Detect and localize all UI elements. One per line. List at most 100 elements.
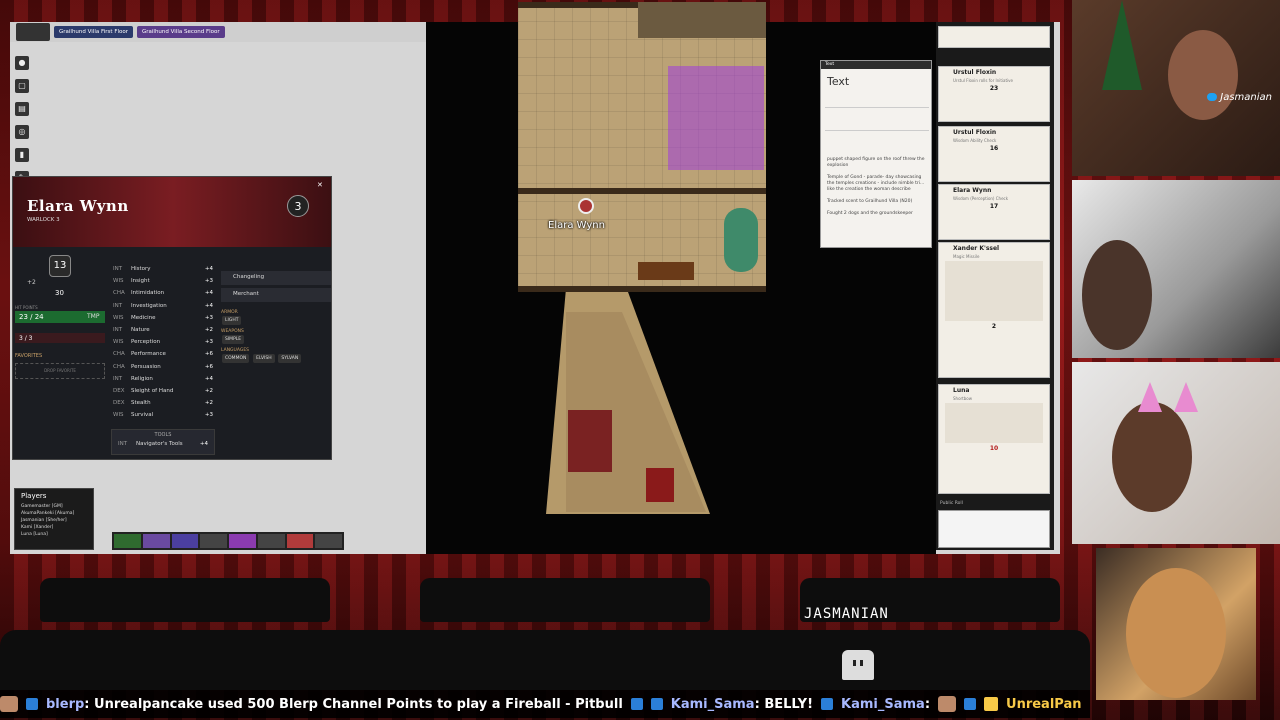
roll-mode-select[interactable]: Public Roll	[940, 501, 963, 506]
badge-icon	[964, 698, 977, 710]
theater-seat	[420, 578, 710, 622]
skill-row[interactable]: INT Nature +2	[113, 324, 213, 336]
macro-slot[interactable]	[171, 534, 199, 548]
skill-row[interactable]: CHA Intimidation +4	[113, 287, 213, 299]
player-item: AkumaPankeki [Akuma]	[21, 511, 75, 516]
close-icon[interactable]: ✕	[317, 181, 329, 189]
character-class: WARLOCK 3	[27, 217, 60, 223]
popup-body[interactable]: puppet shaped figure on the roof threw t…	[827, 157, 927, 217]
spell-area-template[interactable]	[668, 66, 764, 170]
macro-slot[interactable]	[257, 534, 285, 548]
languages-label: LANGUAGES	[221, 348, 250, 353]
chat-card[interactable]: Luna Shortbow 10	[938, 384, 1050, 494]
macro-slot[interactable]	[142, 534, 170, 548]
skill-row[interactable]: DEX Stealth +2	[113, 397, 213, 409]
target-tool-icon[interactable]: ◎	[15, 125, 29, 139]
temp-hp-label[interactable]: TMP	[87, 313, 99, 320]
hit-dice-value: 3 / 3	[19, 335, 33, 342]
badge-icon	[26, 698, 38, 710]
token-tool-icon[interactable]: ●	[15, 56, 29, 70]
measure-tool-icon[interactable]: ▤	[15, 102, 29, 116]
skill-row[interactable]: INT Religion +4	[113, 373, 213, 385]
skill-row[interactable]: WIS Survival +3	[113, 409, 213, 421]
token-name-label: Elara Wynn	[548, 220, 605, 231]
badge-icon	[630, 698, 643, 710]
webcam-player-3	[1072, 362, 1280, 544]
stream-overlay: Grailhund Villa First Floor Grailhund Vi…	[0, 0, 1280, 720]
gift-box-icon	[984, 697, 999, 711]
popup-title[interactable]: Text	[821, 69, 931, 94]
chat-log: Urstul Floxin Urstul Floxin rolls for In…	[936, 22, 1054, 550]
webcam-player-2	[1072, 180, 1280, 358]
map-wall	[518, 286, 766, 292]
skill-row[interactable]: INT History +4	[113, 263, 213, 275]
race-row[interactable]: Changeling	[221, 271, 331, 285]
skill-row[interactable]: INT Investigation +4	[113, 300, 213, 312]
armor-chip: LIGHT	[222, 316, 242, 325]
chat-card[interactable]: Urstul Floxin Urstul Floxin rolls for In…	[938, 66, 1050, 122]
ticker-message: Kami_Sama:	[841, 696, 931, 712]
popup-titlebar[interactable]: Text	[821, 61, 931, 69]
macro-slot[interactable]	[229, 534, 256, 548]
language-chip: SYLVAN	[278, 354, 302, 363]
chat-card[interactable]: Xander K'ssel Magic Missile 2	[938, 242, 1050, 378]
macro-slot[interactable]	[200, 534, 227, 548]
emote-icon	[938, 696, 957, 712]
hit-points-label: HIT POINTS	[15, 305, 38, 310]
players-title[interactable]: Players	[15, 489, 93, 503]
armor-class-badge: 13	[49, 255, 71, 277]
chat-card[interactable]: Urstul Floxin Wisdom Ability Check 16	[938, 126, 1050, 182]
battle-map[interactable]: Elara Wynn	[518, 2, 766, 292]
editor-toolbar[interactable]	[825, 107, 929, 131]
spell-description	[945, 261, 1043, 321]
chat-card[interactable]: Elara Wynn Wisdom (Perception) Check 17	[938, 184, 1050, 240]
theater-seat-row	[0, 630, 1090, 690]
tool-row[interactable]: INT Navigator's Tools +4	[112, 438, 214, 450]
map-bed	[568, 410, 612, 472]
streamer-face	[1082, 240, 1152, 350]
chat-ticker: blerp: Unrealpancake used 500 Blerp Chan…	[0, 690, 1090, 718]
scene-tab-second-floor[interactable]: Grailhund Villa Second Floor	[137, 26, 225, 38]
weapon-chip: SIMPLE	[222, 335, 245, 344]
streamer-face	[1168, 30, 1238, 120]
skill-row[interactable]: WIS Medicine +3	[113, 312, 213, 324]
hit-points-value: 23 / 24	[19, 313, 44, 321]
note-tool-icon[interactable]: ▮	[15, 148, 29, 162]
drop-favorite-zone[interactable]: DROP FAVORITE	[15, 363, 105, 379]
twitter-icon	[1207, 93, 1218, 101]
scene-toolbar: Grailhund Villa First Floor Grailhund Vi…	[10, 22, 426, 42]
macro-slot[interactable]	[315, 534, 342, 548]
character-level: 3	[287, 195, 309, 217]
foundry-logo-icon[interactable]	[16, 23, 50, 41]
webcam-player-4	[1096, 548, 1256, 700]
skill-row[interactable]: WIS Insight +3	[113, 275, 213, 287]
bed-rug	[724, 208, 758, 272]
scene-tab-first-floor[interactable]: Grailhund Villa First Floor	[54, 26, 133, 38]
skill-row[interactable]: DEX Sleight of Hand +2	[113, 385, 213, 397]
journal-text-popup: Text Text puppet shaped figure on the ro…	[820, 60, 932, 248]
chat-card-materials	[938, 26, 1050, 48]
skill-row[interactable]: CHA Performance +6	[113, 348, 213, 360]
skill-row[interactable]: CHA Persuasion +6	[113, 361, 213, 373]
background-row[interactable]: Merchant	[221, 288, 331, 302]
elara-token[interactable]	[578, 198, 594, 214]
macro-hotbar	[112, 532, 344, 550]
skill-row[interactable]: WIS Perception +3	[113, 336, 213, 348]
tools-section: TOOLS INT Navigator's Tools +4	[111, 429, 215, 455]
character-sheet: Elara Wynn WARLOCK 3 3 13 +2 30 HIT POIN…	[12, 176, 332, 460]
attack-description	[945, 403, 1043, 443]
webcam-jasmanian: Jasmanian	[1072, 0, 1280, 176]
streamer-face	[1112, 402, 1192, 512]
macro-slot[interactable]	[286, 534, 314, 548]
traits-panel: Changeling Merchant ARMOR LIGHT WEAPONS …	[221, 271, 331, 364]
select-tool-icon[interactable]: ▢	[15, 79, 29, 93]
favorites-label: FAVORITES	[15, 353, 43, 359]
map-wall	[518, 188, 766, 194]
macro-slot[interactable]	[114, 534, 141, 548]
player-item: Gamemaster [GM]	[21, 504, 63, 509]
armor-label: ARMOR	[221, 310, 238, 315]
proficiency-value: +2	[27, 279, 36, 286]
chat-input[interactable]	[938, 510, 1050, 548]
badge-icon	[650, 698, 663, 710]
weapons-label: WEAPONS	[221, 329, 244, 334]
